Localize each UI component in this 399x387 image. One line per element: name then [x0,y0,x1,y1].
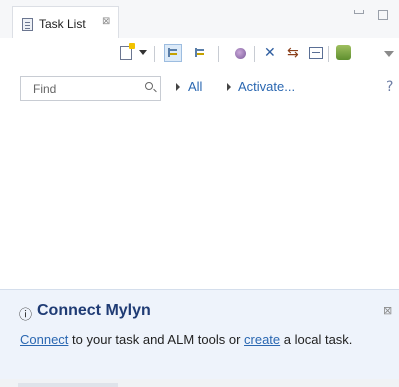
info-icon: ⓘ [19,308,33,323]
task-list-tree[interactable] [0,104,399,289]
find-input[interactable] [21,77,136,100]
show-categorized-icon[interactable] [164,44,182,62]
tab-title: Task List [39,17,86,31]
minimize-icon[interactable] [354,10,364,14]
presentation-icon[interactable] [309,47,323,59]
mylyn-message: Connect to your task and ALM tools or cr… [20,330,392,350]
link-with-editor-icon[interactable]: ⇆ [287,45,303,61]
mylyn-text-part-1: to your task and ALM tools or [68,332,245,347]
toolbar-separator [218,46,219,62]
create-link[interactable]: create [244,332,280,347]
task-list-view-icon [22,18,33,31]
toolbar-separator [154,46,155,62]
toolbar-separator [328,46,329,62]
close-icon[interactable]: ⊠ [102,16,110,27]
tab-task-list[interactable]: Task List ⊠ [12,6,119,38]
chevron-down-icon[interactable] [139,50,147,55]
mylyn-text-part-2: a local task. [280,332,353,347]
task-list-toolbar: ✕ ⇆ [0,38,399,68]
view-menu-icon[interactable] [384,51,394,57]
synchronize-icon[interactable] [336,45,351,60]
search-icon[interactable] [145,82,153,90]
mylyn-title: Connect Mylyn [37,302,151,319]
collapse-all-icon[interactable]: ✕ [264,46,278,60]
bottom-tab[interactable] [18,383,118,387]
connect-mylyn-panel: ⓘ Connect Mylyn ⊠ Connect to your task a… [0,289,399,379]
activate-link[interactable]: Activate... [238,79,295,94]
toolbar-separator [254,46,255,62]
connect-link[interactable]: Connect [20,332,68,347]
view-tab-bar: Task List ⊠ [0,0,399,38]
focus-dot [235,48,246,59]
filter-row: All Activate... ? [0,72,399,102]
all-filter-arrow-icon[interactable] [176,83,180,91]
activate-arrow-icon[interactable] [227,83,231,91]
find-field[interactable] [20,76,161,101]
focus-on-workweek-icon[interactable] [232,45,248,61]
maximize-icon[interactable] [378,10,388,20]
show-scheduled-icon[interactable] [192,45,208,61]
tree-glyph [168,48,177,57]
help-icon[interactable]: ? [386,79,393,95]
close-icon[interactable]: ⊠ [383,304,392,317]
new-task-icon[interactable] [120,43,135,60]
tree-glyph [195,48,204,57]
all-filter-link[interactable]: All [188,79,202,94]
